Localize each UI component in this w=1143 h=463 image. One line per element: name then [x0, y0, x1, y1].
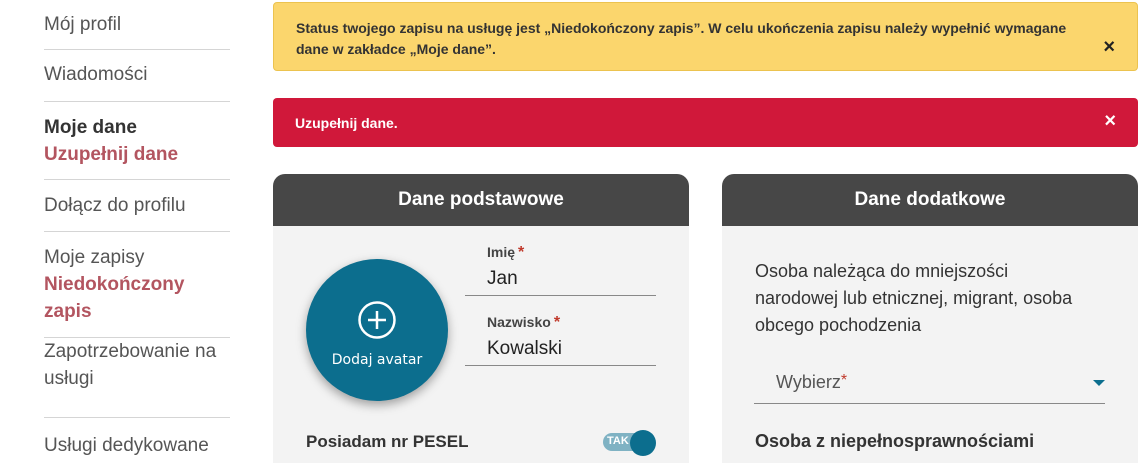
sidebar-item-status: Uzupełnij dane — [44, 144, 179, 165]
toggle-text: TAK — [607, 435, 629, 447]
sidebar-item-label: Moje dane — [44, 117, 137, 138]
plus-circle-icon — [358, 301, 396, 339]
first-name-value[interactable]: Jan — [465, 268, 656, 295]
last-name-label: Nazwisko * — [487, 314, 561, 331]
close-icon[interactable]: × — [1104, 111, 1116, 131]
sidebar-item-my-profile[interactable]: Mój profil — [44, 0, 230, 50]
required-mark: * — [840, 372, 848, 389]
warning-alert: Status twojego zapisu na usługę jest „Ni… — [273, 2, 1138, 71]
sidebar-item-label: Mój profil — [44, 14, 122, 35]
basic-data-card: Dane podstawowe Dodaj avatar Imię * Jan N… — [273, 174, 689, 463]
sidebar-item-dedicated-services[interactable]: Usługi dedykowane — [44, 418, 230, 459]
toggle-knob — [630, 430, 656, 456]
sidebar-item-label: Dołącz do profilu — [44, 195, 186, 216]
sidebar-item-service-demand[interactable]: Zapotrzebowanie na usługi — [44, 338, 230, 418]
sidebar-item-messages[interactable]: Wiadomości — [44, 50, 230, 102]
warning-alert-text: Status twojego zapisu na usługę jest „Ni… — [296, 20, 1067, 57]
sidebar-item-status: zapis — [44, 301, 92, 322]
sidebar-item-my-enrollments[interactable]: Moje zapisy Niedokończony zapis — [44, 232, 230, 338]
close-icon[interactable]: × — [1103, 37, 1115, 57]
select-placeholder: Wybierz* — [776, 372, 848, 392]
pesel-toggle[interactable]: TAK — [603, 430, 656, 456]
required-mark: * — [553, 314, 561, 331]
minority-select[interactable]: Wybierz* — [754, 368, 1105, 404]
sidebar-item-label: Zapotrzebowanie na — [44, 341, 217, 362]
sidebar-item-label: Wiadomości — [44, 64, 148, 85]
sidebar-item-label: Usługi dedykowane — [44, 435, 209, 456]
error-alert-text: Uzupełnij dane. — [295, 115, 398, 131]
add-avatar-button[interactable]: Dodaj avatar — [306, 259, 448, 401]
last-name-field[interactable]: Nazwisko * Kowalski — [465, 314, 656, 366]
minority-question: Osoba należąca do mniejszości narodowej … — [755, 261, 1073, 335]
required-mark: * — [518, 244, 525, 261]
disability-question: Osoba z niepełnosprawnościami — [755, 431, 1035, 451]
sidebar-nav: Mój profil Wiadomości Moje dane Uzupełni… — [44, 0, 230, 459]
sidebar-item-label: usługi — [44, 368, 94, 389]
additional-data-card: Dane dodatkowe Osoba należąca do mniejsz… — [722, 174, 1138, 463]
avatar-label: Dodaj avatar — [331, 352, 423, 368]
card-title: Dane podstawowe — [273, 174, 689, 226]
sidebar-item-label: Moje zapisy — [44, 247, 145, 268]
first-name-field[interactable]: Imię * Jan — [465, 244, 656, 296]
last-name-value[interactable]: Kowalski — [465, 338, 656, 365]
pesel-label: Posiadam nr PESEL — [306, 432, 469, 451]
error-alert: Uzupełnij dane. × — [273, 98, 1138, 147]
sidebar-item-my-data[interactable]: Moje dane Uzupełnij dane — [44, 102, 230, 180]
caret-down-icon — [1093, 380, 1105, 386]
sidebar-item-status: Niedokończony — [44, 274, 185, 295]
card-title: Dane dodatkowe — [722, 174, 1138, 226]
sidebar-item-join-profile[interactable]: Dołącz do profilu — [44, 180, 230, 232]
first-name-label: Imię * — [487, 244, 525, 261]
